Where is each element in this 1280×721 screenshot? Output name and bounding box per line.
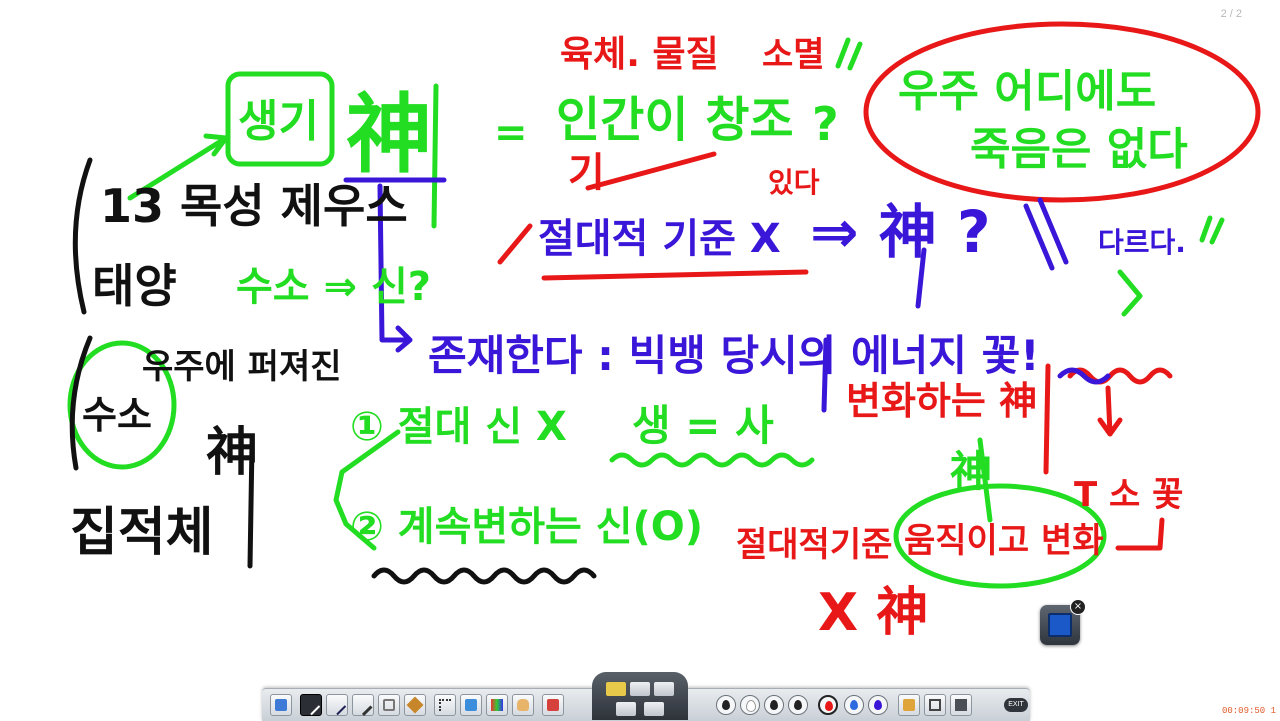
universe-checkmark-green	[1117, 269, 1143, 317]
pen-thin-icon[interactable]	[326, 694, 348, 716]
note-question1: ?	[812, 97, 839, 151]
screen-icon[interactable]	[460, 694, 482, 716]
color-black2-icon[interactable]	[764, 695, 784, 715]
note-item2: ② 계속변하는 신(O)	[350, 504, 703, 550]
red-check-diagonal	[497, 223, 533, 265]
note-jeoldaejeok: 절대적 기준 X	[538, 216, 781, 262]
brush-icon[interactable]	[352, 694, 374, 717]
close-icon[interactable]: ×	[1070, 599, 1086, 615]
gi-line	[585, 151, 717, 191]
note-saeng-sa: 생 = 사	[632, 401, 774, 450]
shin-vertical-line	[431, 83, 439, 229]
note-abs-gijun: 절대적기준	[736, 525, 892, 565]
red-arrow-down	[1097, 385, 1123, 437]
note-suso-circled: 수소	[82, 393, 152, 437]
floating-board-widget[interactable]: ×	[1040, 599, 1086, 645]
highlighter-icon[interactable]	[404, 694, 426, 716]
windows-icon[interactable]	[630, 682, 650, 696]
red-bracket-right	[1115, 517, 1165, 551]
monitor-icon[interactable]	[950, 694, 972, 716]
note-flower-symbols: T 소 꽃	[1074, 475, 1183, 515]
board-mode-icon[interactable]	[606, 682, 626, 696]
color-red-icon[interactable]	[818, 695, 838, 715]
note-yukche: 육체. 물질	[560, 34, 719, 75]
note-dareuda: 다르다.	[1098, 226, 1186, 259]
whiteboard-canvas[interactable]: 생기 神 = 인간이 창조 ? 육체. 물질 소멸 기 우주 어디에도 죽음은 …	[0, 0, 1280, 720]
recording-timer: 00:09:50 1	[1221, 706, 1276, 716]
capture-icon[interactable]	[924, 694, 946, 716]
pen-black-icon[interactable]	[300, 694, 322, 716]
board-preview-icon	[1048, 613, 1072, 637]
board-icon[interactable]	[270, 694, 292, 716]
underline-red	[541, 269, 809, 281]
eraser-icon[interactable]	[378, 694, 400, 716]
note-shin-left: 神	[206, 423, 258, 483]
list-icon[interactable]	[644, 702, 664, 716]
note-saengi: 생기	[238, 96, 319, 147]
undo-icon[interactable]	[616, 702, 636, 716]
settings-icon[interactable]	[898, 694, 920, 716]
note-shin-big: 神	[346, 85, 432, 185]
tools-icon[interactable]	[542, 694, 564, 716]
red-right-vertical	[1043, 363, 1051, 475]
note-sonyeol: 소멸	[762, 35, 825, 75]
color-white-icon[interactable]	[740, 695, 760, 715]
note-universe-2: 죽음은 없다	[970, 124, 1188, 175]
toolbar-center-panel	[592, 672, 688, 720]
note-byeonhwa-shin: 변화하는 神	[846, 379, 1037, 423]
black-wavy-underline	[371, 567, 597, 585]
page-counter: 2 / 2	[1220, 8, 1242, 20]
note-arrow-shin: ⇒ 神 ?	[810, 198, 991, 266]
color-black-icon[interactable]	[716, 695, 736, 715]
presentation-icon[interactable]	[654, 682, 674, 696]
note-shin-small: 神	[950, 447, 992, 496]
left-paren	[72, 157, 93, 315]
note-scattered: 우주에 퍼져진	[142, 347, 342, 387]
color-black3-icon[interactable]	[788, 695, 808, 715]
double-slash	[1023, 197, 1069, 271]
hand-icon[interactable]	[512, 694, 534, 716]
note-human-created: 인간이 창조	[556, 92, 794, 148]
color-blue2-icon[interactable]	[868, 695, 888, 715]
note-taeyang: 태양	[92, 259, 177, 313]
wavy-underline-green	[609, 452, 815, 468]
note-x-shin: X 神	[818, 583, 928, 643]
note-jonjae: 존재한다 : 빅뱅 당시의 에너지 꽃!	[428, 331, 1039, 380]
note-zeus: 13 목성 제우스	[100, 179, 408, 233]
note-universe-1: 우주 어디에도	[898, 66, 1156, 117]
note-jipjeokche: 집적체	[70, 503, 214, 563]
note-itda: 있다	[768, 166, 820, 199]
note-item1: ① 절대 신 X	[350, 404, 567, 450]
note-equals: =	[494, 110, 528, 156]
note-gi: 기	[568, 150, 605, 196]
note-suso-shin: 수소 ⇒ 신?	[236, 264, 431, 310]
exit-button[interactable]: EXIT	[1004, 698, 1028, 712]
ink-layer: 생기 神 = 인간이 창조 ? 육체. 물질 소멸 기 우주 어디에도 죽음은 …	[67, 21, 1261, 643]
color-blue-icon[interactable]	[844, 695, 864, 715]
note-umjigigo: 움직이고 변화	[904, 521, 1104, 561]
pointer-icon[interactable]	[434, 694, 456, 716]
image-icon[interactable]	[486, 694, 508, 716]
